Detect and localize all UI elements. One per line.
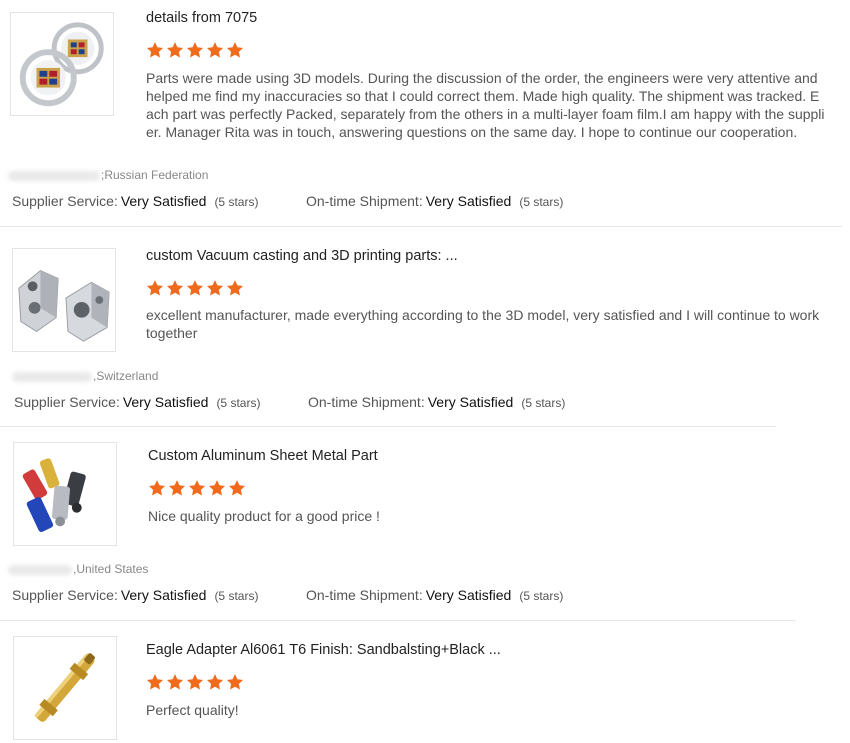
ontime-shipment-value: Very Satisfied bbox=[425, 193, 512, 209]
ontime-shipment-stars: (5 stars) bbox=[521, 396, 566, 410]
ontime-shipment-stars: (5 stars) bbox=[519, 589, 564, 603]
star-icon bbox=[206, 673, 224, 691]
review-text: excellent manufacturer, made everything … bbox=[146, 307, 820, 341]
star-icon bbox=[226, 279, 244, 297]
reviewer-location: ,United States bbox=[73, 562, 149, 576]
aluminum-blocks-image bbox=[13, 249, 115, 351]
star-icon bbox=[186, 279, 204, 297]
reviewer-location: ;Russian Federation bbox=[101, 168, 209, 182]
review-title[interactable]: Custom Aluminum Sheet Metal Part bbox=[148, 448, 378, 464]
rating-summary: Supplier Service: Very Satisfied (5 stars)… bbox=[14, 394, 565, 410]
star-icon bbox=[186, 41, 204, 59]
product-thumbnail[interactable] bbox=[12, 248, 116, 352]
supplier-service-stars: (5 stars) bbox=[216, 396, 261, 410]
ontime-shipment-value: Very Satisfied bbox=[427, 394, 514, 410]
divider bbox=[0, 426, 776, 427]
reviewer-info: ,United States bbox=[8, 562, 148, 576]
star-icon bbox=[146, 673, 164, 691]
supplier-service-value: Very Satisfied bbox=[120, 193, 207, 209]
ontime-shipment-label: On-time Shipment: bbox=[306, 587, 423, 603]
divider bbox=[0, 620, 796, 621]
reviewer-info: ;Russian Federation bbox=[8, 168, 208, 182]
star-rating bbox=[146, 279, 244, 297]
review-title[interactable]: details from 7075 bbox=[146, 10, 257, 26]
review-title[interactable]: custom Vacuum casting and 3D printing pa… bbox=[146, 248, 458, 264]
star-icon bbox=[146, 279, 164, 297]
ontime-shipment-label: On-time Shipment: bbox=[306, 193, 423, 209]
star-rating bbox=[148, 479, 246, 497]
anodized-fittings-image bbox=[14, 443, 116, 545]
blurred-reviewer-name bbox=[8, 564, 72, 575]
supplier-service-label: Supplier Service: bbox=[14, 394, 120, 410]
supplier-service-value: Very Satisfied bbox=[120, 587, 207, 603]
star-icon bbox=[228, 479, 246, 497]
star-icon bbox=[146, 41, 164, 59]
ontime-shipment-stars: (5 stars) bbox=[519, 195, 564, 209]
review-text: Parts were made using 3D models. During … bbox=[146, 70, 825, 140]
star-icon bbox=[186, 673, 204, 691]
supplier-service-value: Very Satisfied bbox=[122, 394, 209, 410]
star-icon bbox=[168, 479, 186, 497]
star-icon bbox=[166, 673, 184, 691]
star-icon bbox=[166, 279, 184, 297]
supplier-service-stars: (5 stars) bbox=[214, 589, 259, 603]
star-icon bbox=[166, 41, 184, 59]
review-text: Perfect quality! bbox=[146, 702, 239, 718]
reviewer-info: ,Switzerland bbox=[12, 369, 158, 383]
blurred-reviewer-name bbox=[12, 371, 92, 382]
product-thumbnail[interactable] bbox=[13, 442, 117, 546]
review-text: Nice quality product for a good price ! bbox=[148, 508, 380, 524]
product-thumbnail[interactable] bbox=[10, 12, 114, 116]
star-icon bbox=[188, 479, 206, 497]
brass-adapter-image bbox=[14, 637, 116, 739]
rating-summary: Supplier Service: Very Satisfied (5 stars)… bbox=[12, 193, 563, 209]
rating-summary: Supplier Service: Very Satisfied (5 stars)… bbox=[12, 587, 563, 603]
blurred-reviewer-name bbox=[8, 170, 100, 181]
star-icon bbox=[148, 479, 166, 497]
supplier-service-label: Supplier Service: bbox=[12, 193, 118, 209]
emblem-badges-image bbox=[11, 13, 113, 115]
supplier-service-stars: (5 stars) bbox=[214, 195, 259, 209]
ontime-shipment-value: Very Satisfied bbox=[425, 587, 512, 603]
star-icon bbox=[226, 41, 244, 59]
review-title[interactable]: Eagle Adapter Al6061 T6 Finish: Sandbals… bbox=[146, 642, 501, 658]
star-icon bbox=[206, 279, 224, 297]
divider bbox=[0, 226, 842, 227]
star-icon bbox=[226, 673, 244, 691]
star-rating bbox=[146, 41, 244, 59]
star-icon bbox=[206, 41, 224, 59]
star-rating bbox=[146, 673, 244, 691]
star-icon bbox=[208, 479, 226, 497]
product-thumbnail[interactable] bbox=[13, 636, 117, 740]
reviewer-location: ,Switzerland bbox=[93, 369, 159, 383]
supplier-service-label: Supplier Service: bbox=[12, 587, 118, 603]
ontime-shipment-label: On-time Shipment: bbox=[308, 394, 425, 410]
